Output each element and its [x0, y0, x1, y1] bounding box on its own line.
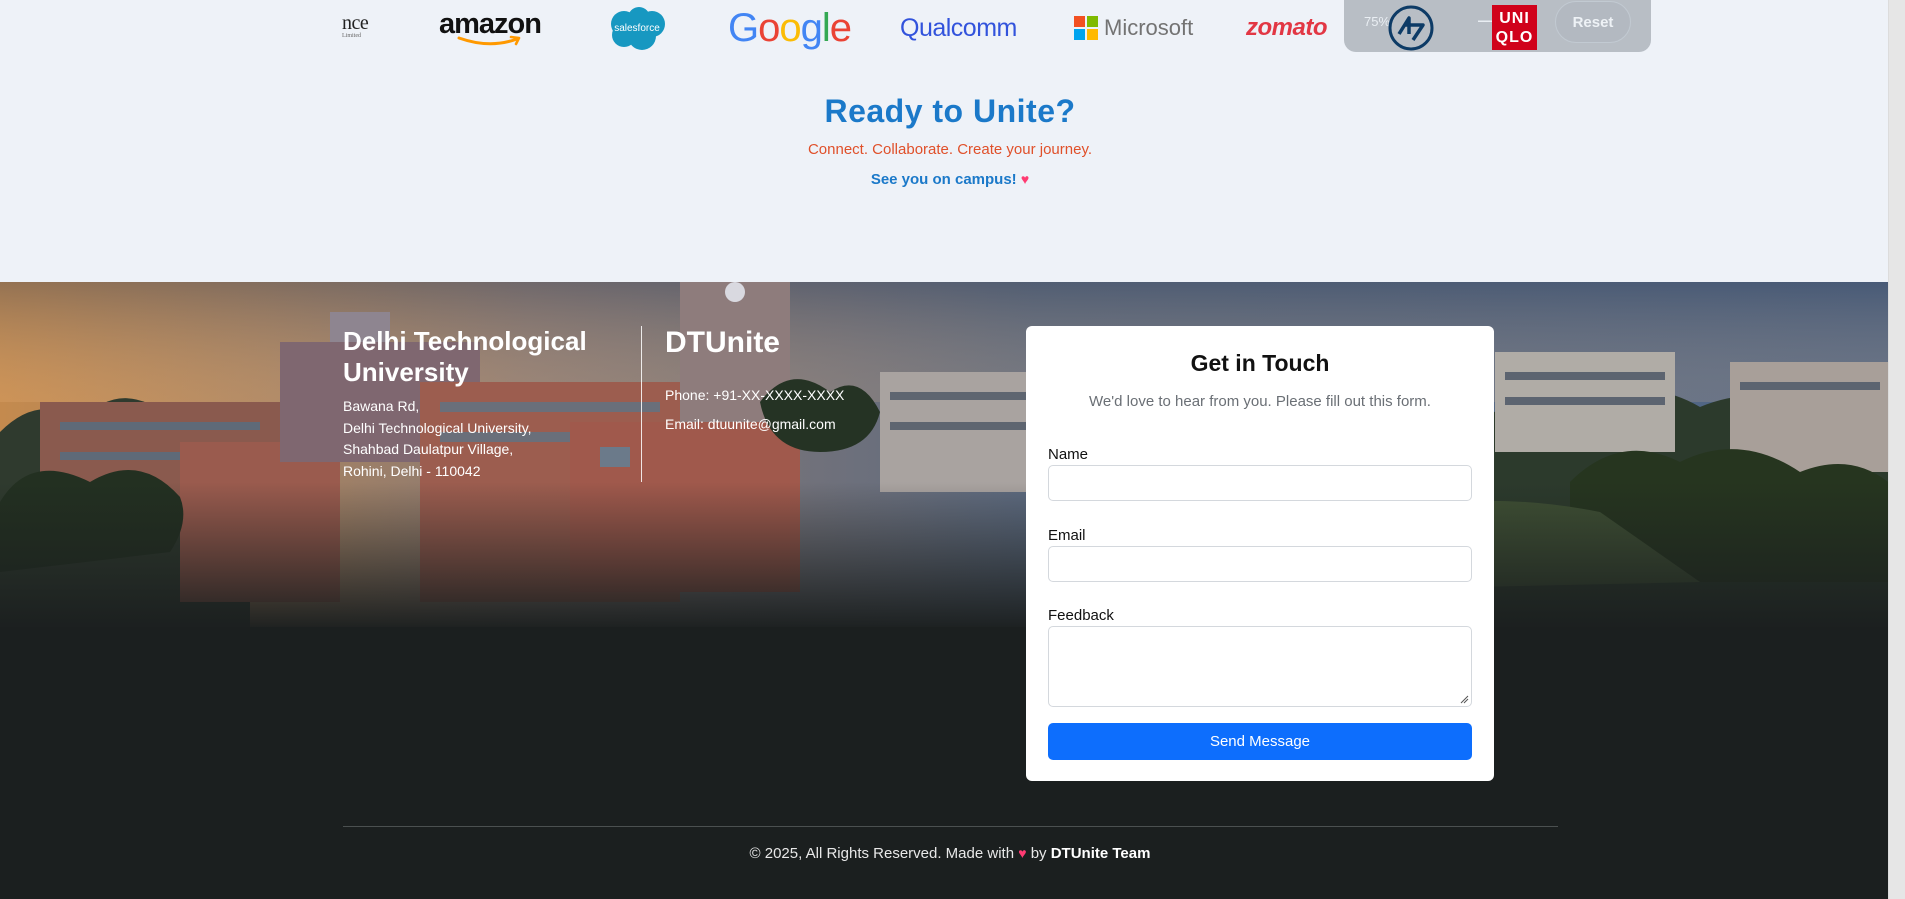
google-letter: e [829, 5, 852, 50]
heart-icon: ♥ [1020, 171, 1030, 187]
feedback-textarea[interactable] [1048, 626, 1472, 707]
resize-handle-icon[interactable] [1460, 695, 1469, 704]
reliance-logo-subtext: Limited [342, 33, 361, 39]
copyright-text: © 2025, All Rights Reserved. Made with ♥… [0, 845, 1900, 862]
address-line: Delhi Technological University, [343, 419, 532, 436]
amazon-smile-icon [457, 35, 521, 46]
email-label: Email [1048, 527, 1086, 544]
team-name: DTUnite Team [1050, 845, 1151, 862]
contact-email[interactable]: Email: dtuunite@gmail.com [665, 416, 836, 432]
cta-see-you: See you on campus! ♥ [0, 171, 1900, 188]
feedback-label: Feedback [1048, 607, 1114, 624]
larsen-toubro-logo-icon [1388, 5, 1434, 51]
top-section: nce Limited amazon salesforce G o o g l … [0, 0, 1888, 282]
address-line: Bawana Rd, [343, 398, 420, 414]
microsoft-squares-icon [1074, 16, 1098, 40]
send-message-button[interactable]: Send Message [1048, 723, 1472, 760]
cta-see-you-text: See you on campus! [870, 171, 1017, 188]
address-line: Shahbad Daulatpur Village, [343, 441, 514, 457]
uniqlo-line1: UNI [1499, 10, 1530, 27]
google-letter: g [800, 5, 823, 50]
name-label: Name [1048, 446, 1089, 463]
contact-form-card: Get in Touch We'd love to hear from you.… [1026, 326, 1494, 781]
partner-logo-reliance: nce Limited [342, 12, 369, 39]
copyright-prefix: © 2025, All Rights Reserved. Made with [749, 845, 1015, 862]
qualcomm-logo-text: Qualcomm [900, 13, 1017, 42]
heart-icon: ♥ [1018, 845, 1027, 861]
footer-vertical-divider [641, 326, 642, 482]
cta-title: Ready to Unite? [824, 93, 1076, 129]
footer-horizontal-divider [343, 826, 1558, 827]
contact-form-subtitle: We'd love to hear from you. Please fill … [1089, 393, 1431, 410]
address-line: Rohini, Delhi - 110042 [343, 462, 481, 479]
microsoft-logo-text: Microsoft [1104, 15, 1194, 40]
partner-logo-microsoft: Microsoft [1074, 0, 1193, 56]
contact-phone: Phone: +91-XX-XXXX-XXXX [665, 387, 845, 403]
salesforce-cloud-icon: salesforce [611, 7, 665, 50]
salesforce-logo-text: salesforce [614, 23, 660, 34]
partner-logo-google: Google [728, 0, 852, 56]
partner-logo-amazon: amazon [435, 0, 545, 56]
email-input[interactable] [1048, 546, 1472, 582]
uniqlo-line2: QLO [1495, 29, 1534, 46]
reliance-logo-text: nce [342, 12, 369, 34]
copyright-by: by [1030, 845, 1047, 862]
page-scrollbar[interactable] [1888, 0, 1905, 899]
name-input[interactable] [1048, 465, 1472, 501]
university-address: Bawana Rd, Delhi Technological Universit… [343, 396, 532, 482]
contact-form-title: Get in Touch [1190, 350, 1330, 376]
google-letter: l [821, 5, 831, 50]
site-footer [0, 282, 1888, 899]
cta-subtitle: Connect. Collaborate. Create your journe… [807, 141, 1093, 158]
partner-logo-qualcomm: Qualcomm [900, 0, 1017, 56]
zomato-logo-text: zomato [1246, 14, 1328, 41]
google-letter: o [779, 5, 801, 50]
brand-name: DTUnite [665, 326, 780, 359]
google-letter: o [758, 5, 780, 50]
partner-logo-zomato: zomato [1246, 0, 1328, 56]
university-name: Delhi Technological University [343, 326, 587, 387]
partner-logo-salesforce: salesforce [604, 0, 670, 56]
reset-button[interactable]: Reset [1555, 1, 1631, 43]
google-letter: G [728, 5, 759, 50]
footer-fade-overlay [0, 482, 1888, 632]
partner-logo-uniqlo: UNI QLO [1492, 5, 1537, 50]
